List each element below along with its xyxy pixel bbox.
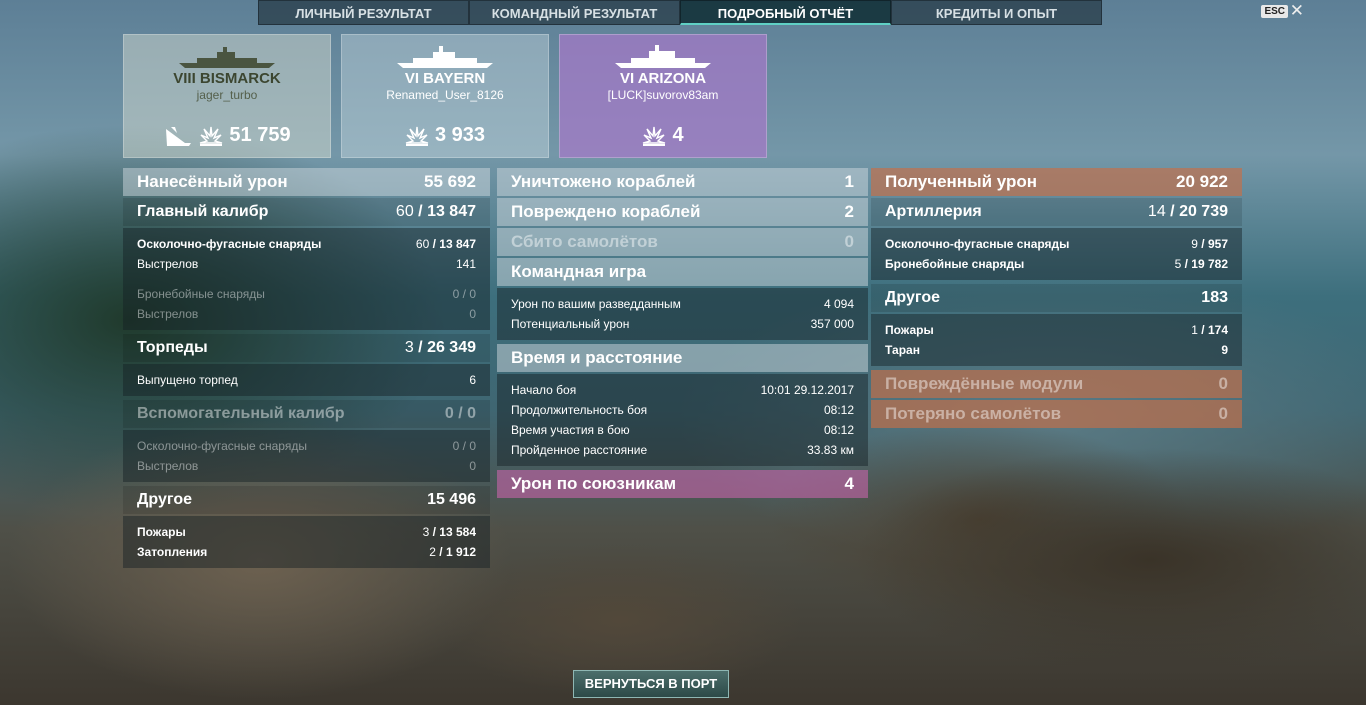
damage-dealt-column: Нанесённый урон 55 692 Главный калибр 60 … [123, 168, 490, 572]
time-distance-details: Начало боя 10:01 29.12.2017 Продолжительн… [497, 374, 868, 466]
esc-key-badge[interactable]: ESC [1261, 5, 1288, 18]
battle-duration-row: Продолжительность боя 08:12 [511, 403, 854, 417]
shots-row: Выстрелов 0 [137, 459, 476, 473]
return-to-port-button[interactable]: ВЕРНУТЬСЯ В ПОРТ [573, 670, 729, 698]
secondary-battery-row: Вспомогательный калибр 0 / 0 [123, 400, 490, 428]
player-name: Renamed_User_8126 [386, 88, 504, 102]
main-battery-row: Главный калибр 60 / 13 847 [123, 198, 490, 226]
ship-silhouette-icon [397, 46, 493, 68]
fires-row: Пожары 1 / 174 [885, 323, 1228, 337]
player-name: [LUCK]suvorov83am [607, 88, 719, 102]
tab-credits-xp[interactable]: КРЕДИТЫ И ОПЫТ [891, 0, 1102, 25]
torpedoes-row: Торпеды 3 / 26 349 [123, 334, 490, 362]
damaged-modules-row: Повреждённые модули 0 [871, 370, 1242, 398]
ally-damage-row: Урон по союзникам 4 [497, 470, 868, 498]
fires-row: Пожары 3 / 13 584 [137, 525, 476, 539]
ship-card-bayern[interactable]: VI BAYERN Renamed_User_8126 3 933 [341, 34, 549, 158]
ship-name: VI BAYERN [404, 70, 486, 87]
he-shells-row: Осколочно-фугасные снаряды 0 / 0 [137, 439, 476, 453]
main-battery-details: Осколочно-фугасные снаряды 60 / 13 847 Вы… [123, 228, 490, 330]
secondary-details: Осколочно-фугасные снаряды 0 / 0 Выстрело… [123, 430, 490, 482]
ship-name: VI ARIZONA [619, 70, 707, 87]
damage-icon [643, 126, 666, 146]
spotting-damage-row: Урон по вашим разведданным 4 094 [511, 297, 854, 311]
torpedoes-details: Выпущено торпед 6 [123, 364, 490, 396]
tab-detailed-report[interactable]: ПОДРОБНЫЙ ОТЧЁТ [680, 0, 891, 25]
ship-name: VIII BISMARCK [173, 70, 281, 87]
player-name: jager_turbo [196, 88, 258, 102]
he-shells-row: Осколочно-фугасные снаряды 9 / 957 [885, 237, 1228, 251]
close-icon[interactable]: ✕ [1290, 1, 1304, 21]
team-play-details: Урон по вашим разведданным 4 094 Потенциа… [497, 288, 868, 340]
damage-value: 3 933 [434, 124, 486, 146]
damage-value: 4 [672, 124, 684, 146]
planes-lost-row: Потеряно самолётов 0 [871, 400, 1242, 428]
he-shells-row: Осколочно-фугасные снаряды 60 / 13 847 [137, 237, 476, 251]
ap-shells-row: Бронебойные снаряды 5 / 19 782 [885, 257, 1228, 271]
participation-time-row: Время участия в бою 08:12 [511, 423, 854, 437]
potential-damage-row: Потенциальный урон 357 000 [511, 317, 854, 331]
ship-card-bismarck[interactable]: VIII BISMARCK jager_turbo 51 759 [123, 34, 331, 158]
tab-bar: ЛИЧНЫЙ РЕЗУЛЬТАТ КОМАНДНЫЙ РЕЗУЛЬТАТ ПОД… [258, 0, 1102, 26]
battle-start-row: Начало боя 10:01 29.12.2017 [511, 383, 854, 397]
damage-received-header: Полученный урон 20 922 [871, 168, 1242, 196]
ap-shells-row: Бронебойные снаряды 0 / 0 [137, 287, 476, 301]
other-damage-row: Другое 15 496 [123, 486, 490, 514]
damage-received-column: Полученный урон 20 922 Артиллерия 14 / 20… [871, 168, 1242, 430]
tab-team-result[interactable]: КОМАНДНЫЙ РЕЗУЛЬТАТ [469, 0, 680, 25]
damage-icon [405, 126, 429, 146]
ram-row: Таран 9 [885, 343, 1228, 357]
tab-personal-result[interactable]: ЛИЧНЫЙ РЕЗУЛЬТАТ [258, 0, 469, 25]
other-received-row: Другое 183 [871, 284, 1242, 312]
ships-damaged-row: Повреждено кораблей 2 [497, 198, 868, 226]
ship-silhouette-icon [615, 45, 711, 68]
ship-card-arizona[interactable]: VI ARIZONA [LUCK]suvorov83am 4 [559, 34, 767, 158]
ship-silhouette-icon [179, 47, 275, 68]
ships-destroyed-row: Уничтожено кораблей 1 [497, 168, 868, 196]
damage-dealt-header: Нанесённый урон 55 692 [123, 168, 490, 196]
flooding-row: Затопления 2 / 1 912 [137, 545, 476, 559]
planes-shot-down-row: Сбито самолётов 0 [497, 228, 868, 256]
shots-row: Выстрелов 0 [137, 307, 476, 321]
other-received-details: Пожары 1 / 174 Таран 9 [871, 314, 1242, 366]
artillery-row: Артиллерия 14 / 20 739 [871, 198, 1242, 226]
artillery-details: Осколочно-фугасные снаряды 9 / 957 Бронеб… [871, 228, 1242, 280]
battle-stats-column: Уничтожено кораблей 1 Повреждено кораблей… [497, 168, 868, 500]
damage-value: 51 759 [229, 124, 291, 146]
torpedoes-launched-row: Выпущено торпед 6 [137, 373, 476, 387]
sunk-ship-icon [166, 126, 192, 146]
damage-icon [200, 126, 223, 146]
distance-row: Пройденное расстояние 33.83 км [511, 443, 854, 457]
other-damage-details: Пожары 3 / 13 584 Затопления 2 / 1 912 [123, 516, 490, 568]
shots-row: Выстрелов 141 [137, 257, 476, 271]
time-distance-header: Время и расстояние [497, 344, 868, 372]
team-play-header: Командная игра [497, 258, 868, 286]
